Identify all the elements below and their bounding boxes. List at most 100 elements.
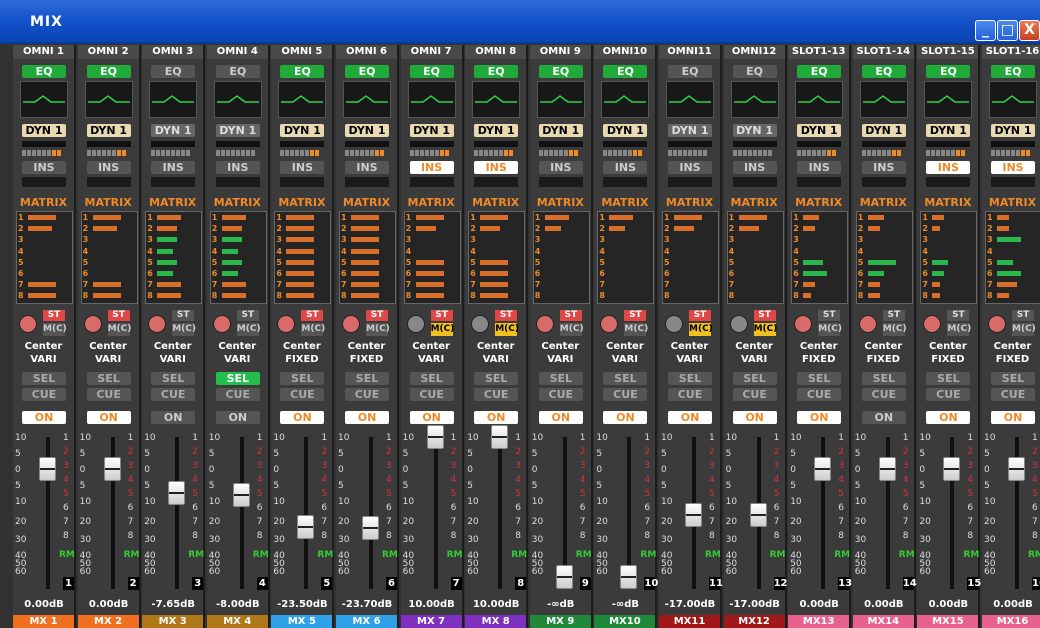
insert-slot[interactable] <box>926 177 971 187</box>
channel-name[interactable]: OMNI 7 <box>400 45 462 59</box>
matrix-send-bar[interactable] <box>803 282 816 288</box>
sel-button[interactable]: SEL <box>86 372 131 385</box>
fader-knob[interactable] <box>878 457 896 481</box>
mono-center-button[interactable]: M(C) <box>882 323 907 336</box>
matrix-send-bar[interactable] <box>351 271 379 276</box>
matrix-send-grid[interactable]: 1 2345 6 78 <box>403 211 461 304</box>
matrix-send-bar[interactable] <box>609 226 626 232</box>
pan-knob[interactable] <box>406 315 425 333</box>
eq-graph[interactable] <box>278 81 327 118</box>
cue-button[interactable]: CUE <box>409 388 454 401</box>
sel-button[interactable]: SEL <box>474 372 519 385</box>
insert-slot[interactable] <box>797 177 842 187</box>
matrix-send-bar[interactable] <box>867 271 884 276</box>
cue-button[interactable]: CUE <box>22 388 66 401</box>
matrix-send-bar[interactable] <box>286 248 315 254</box>
matrix-send-grid[interactable]: 1 2345 6 78 <box>339 211 396 304</box>
dyn-button[interactable]: DYN 1 <box>991 124 1035 137</box>
matrix-send-grid[interactable]: 1 2345 6 78 <box>662 211 719 304</box>
matrix-send-bar[interactable] <box>867 259 896 265</box>
matrix-send-bar[interactable] <box>351 237 379 243</box>
st-button[interactable]: ST <box>366 310 388 321</box>
fader-knob[interactable] <box>749 503 767 527</box>
matrix-send-grid[interactable]: 1 2345 6 78 <box>209 211 267 304</box>
st-button[interactable]: ST <box>818 310 841 321</box>
insert-slot[interactable] <box>86 177 131 187</box>
matrix-send-bar[interactable] <box>157 293 182 299</box>
pan-mode[interactable]: FIXED <box>336 354 397 365</box>
channel-name[interactable]: OMNI 1 <box>13 45 74 59</box>
mono-center-button[interactable]: M(C) <box>947 323 971 336</box>
pan-mode[interactable]: VARI <box>13 354 74 365</box>
matrix-send-bar[interactable] <box>480 271 509 276</box>
pan-mode[interactable]: VARI <box>142 354 203 365</box>
st-button[interactable]: ST <box>430 310 453 321</box>
mono-center-button[interactable]: M(C) <box>172 323 196 336</box>
pan-mode[interactable]: FIXED <box>982 354 1040 365</box>
pan-knob[interactable] <box>729 315 748 333</box>
matrix-send-bar[interactable] <box>674 226 694 232</box>
pan-mode[interactable]: VARI <box>659 354 720 365</box>
fader-knob[interactable] <box>103 457 121 481</box>
fader-level[interactable]: 0.00dB <box>791 598 847 611</box>
st-button[interactable]: ST <box>1012 310 1034 321</box>
mix-name[interactable]: MX13 <box>788 615 850 628</box>
mono-center-button[interactable]: M(C) <box>236 323 261 336</box>
mix-name[interactable]: MX 7 <box>400 615 462 628</box>
eq-graph[interactable] <box>859 81 908 118</box>
cue-button[interactable]: CUE <box>86 388 131 401</box>
insert-slot[interactable] <box>474 177 519 187</box>
mono-center-button[interactable]: M(C) <box>559 323 584 336</box>
matrix-send-bar[interactable] <box>286 271 315 276</box>
eq-button[interactable]: EQ <box>474 65 519 78</box>
insert-button[interactable]: INS <box>86 161 131 174</box>
fader-level[interactable]: -17.00dB <box>662 598 718 611</box>
pan-knob[interactable] <box>471 315 490 333</box>
channel-name[interactable]: OMNI 8 <box>465 45 527 59</box>
sel-button[interactable]: SEL <box>861 372 906 385</box>
on-button[interactable]: ON <box>797 411 842 424</box>
matrix-send-bar[interactable] <box>92 215 121 220</box>
st-button[interactable]: ST <box>753 310 776 321</box>
eq-graph[interactable] <box>472 81 521 118</box>
mix-name[interactable]: MX 5 <box>271 615 333 628</box>
cue-button[interactable]: CUE <box>151 388 196 401</box>
insert-slot[interactable] <box>409 177 454 187</box>
matrix-send-bar[interactable] <box>415 259 444 265</box>
insert-slot[interactable] <box>215 177 260 187</box>
eq-button[interactable]: EQ <box>22 65 66 78</box>
insert-button[interactable]: INS <box>474 161 519 174</box>
fader-knob[interactable] <box>426 425 444 449</box>
matrix-send-bar[interactable] <box>674 215 702 220</box>
insert-button[interactable]: INS <box>151 161 196 174</box>
matrix-send-bar[interactable] <box>351 248 379 254</box>
eq-button[interactable]: EQ <box>926 65 971 78</box>
fader-level[interactable]: -8.00dB <box>210 598 266 611</box>
insert-button[interactable]: INS <box>668 161 712 174</box>
sel-button[interactable]: SEL <box>732 372 777 385</box>
insert-button[interactable]: INS <box>926 161 971 174</box>
channel-name[interactable]: SLOT1-13 <box>788 45 850 59</box>
on-button[interactable]: ON <box>22 411 66 424</box>
matrix-send-bar[interactable] <box>351 215 379 220</box>
close-button[interactable]: X <box>1019 20 1040 41</box>
matrix-send-bar[interactable] <box>932 293 941 299</box>
mix-name[interactable]: MX 8 <box>465 615 527 628</box>
fader-knob[interactable] <box>943 457 961 481</box>
dyn-button[interactable]: DYN 1 <box>22 124 66 137</box>
matrix-send-grid[interactable]: 1 2345 6 78 <box>920 211 978 304</box>
fader-knob[interactable] <box>232 482 250 507</box>
matrix-send-bar[interactable] <box>286 215 315 220</box>
matrix-send-bar[interactable] <box>351 226 379 232</box>
matrix-send-bar[interactable] <box>415 271 444 276</box>
matrix-send-bar[interactable] <box>480 282 509 288</box>
matrix-send-bar[interactable] <box>738 226 759 232</box>
eq-graph[interactable] <box>536 81 585 118</box>
channel-name[interactable]: OMNI12 <box>723 45 785 59</box>
matrix-send-bar[interactable] <box>932 226 941 232</box>
eq-button[interactable]: EQ <box>991 65 1035 78</box>
eq-graph[interactable] <box>213 81 262 118</box>
cue-button[interactable]: CUE <box>603 388 648 401</box>
dyn-button[interactable]: DYN 1 <box>86 124 131 137</box>
on-button[interactable]: ON <box>474 411 519 424</box>
